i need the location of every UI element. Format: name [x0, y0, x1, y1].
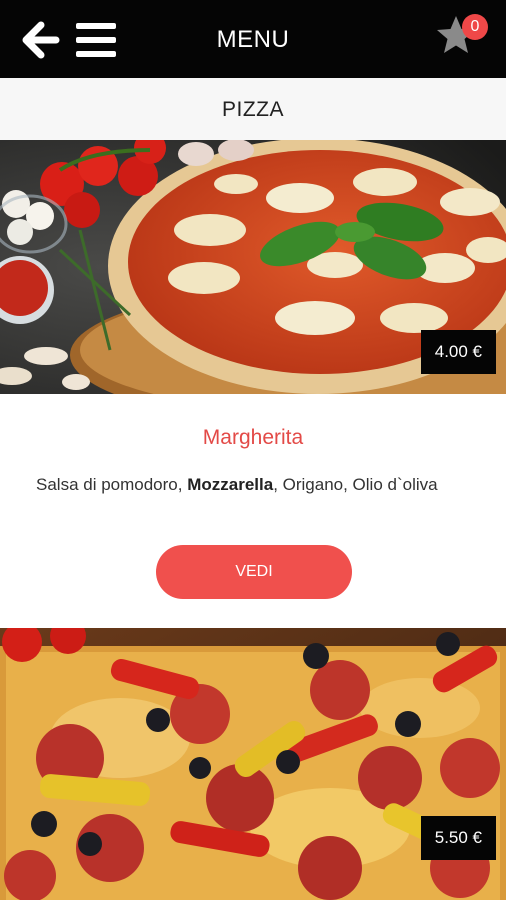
menu-item-card: Margherita Salsa di pomodoro, Mozzarella… [0, 394, 506, 628]
description-text: Salsa di pomodoro, [36, 475, 188, 494]
description-text-end: , Origano, Olio d`oliva [273, 475, 438, 494]
description-highlight: Mozzarella [187, 475, 274, 494]
item-description: Salsa di pomodoro, Mozzarella, Origano, … [36, 472, 476, 497]
pepperoni-image[interactable]: 5.50 € [0, 628, 506, 900]
category-title: PIZZA [221, 98, 284, 121]
margherita-image[interactable]: 4.00 € [0, 140, 506, 394]
top-app-bar: MENU 0 [0, 0, 506, 78]
page-title: MENU [216, 26, 290, 53]
category-header: PIZZA [0, 78, 506, 140]
item-name: Margherita [202, 426, 304, 449]
price-tag: 4.00 € [420, 330, 496, 374]
view-button[interactable]: VEDI [156, 545, 352, 599]
cart-count-badge: 0 [462, 14, 488, 40]
price-tag: 5.50 € [420, 816, 496, 860]
